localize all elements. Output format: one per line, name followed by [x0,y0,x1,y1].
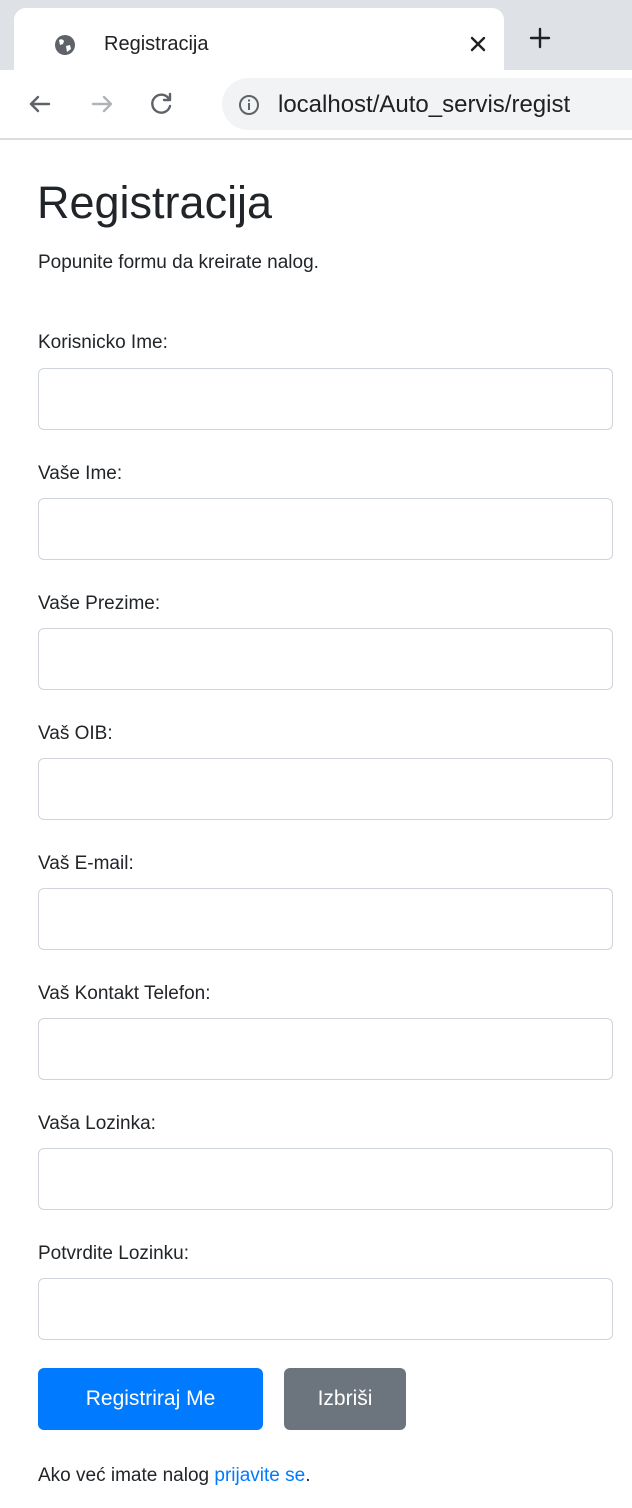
phone-input[interactable] [38,1018,613,1080]
last-name-input[interactable] [38,628,613,690]
reload-icon[interactable] [142,84,182,124]
oib-input[interactable] [38,758,613,820]
login-prompt-text: Ako već imate nalog [38,1465,215,1486]
address-bar[interactable]: localhost/Auto_servis/regist [222,78,632,130]
first-name-input[interactable] [38,498,613,560]
page-subtitle: Popunite formu da kreirate nalog. [38,252,319,273]
last-name-label: Vaše Prezime: [38,593,161,614]
reset-button[interactable]: Izbriši [284,1368,406,1430]
browser-toolbar: localhost/Auto_servis/regist [0,70,632,140]
confirm-password-input[interactable] [38,1278,613,1340]
page-title: Registracija [37,177,273,228]
username-input[interactable] [38,368,613,430]
browser-tab[interactable]: Registracija [14,8,504,70]
username-label: Korisnicko Ime: [38,332,168,353]
login-link[interactable]: prijavite se [214,1465,305,1486]
tab-strip: Registracija [0,0,632,70]
globe-icon [54,34,76,56]
arrow-right-icon[interactable] [82,84,122,124]
close-icon[interactable] [462,28,494,60]
oib-label: Vaš OIB: [38,723,113,744]
url-text: localhost/Auto_servis/regist [278,91,571,118]
email-label: Vaš E-mail: [38,853,134,874]
password-input[interactable] [38,1148,613,1210]
phone-label: Vaš Kontakt Telefon: [38,983,211,1004]
login-prompt-end: . [305,1465,311,1486]
arrow-left-icon[interactable] [20,84,60,124]
browser-chrome: Registracija localhost/Auto_servis/regis… [0,0,632,140]
confirm-password-label: Potvrdite Lozinku: [38,1243,190,1264]
first-name-label: Vaše Ime: [38,463,123,484]
tab-title: Registracija [104,33,209,55]
password-label: Vaša Lozinka: [38,1113,156,1134]
plus-icon[interactable] [520,18,560,58]
email-input[interactable] [38,888,613,950]
register-button[interactable]: Registriraj Me [38,1368,263,1430]
info-icon[interactable] [238,94,260,116]
login-prompt: Ako već imate nalog prijavite se. [38,1465,310,1487]
